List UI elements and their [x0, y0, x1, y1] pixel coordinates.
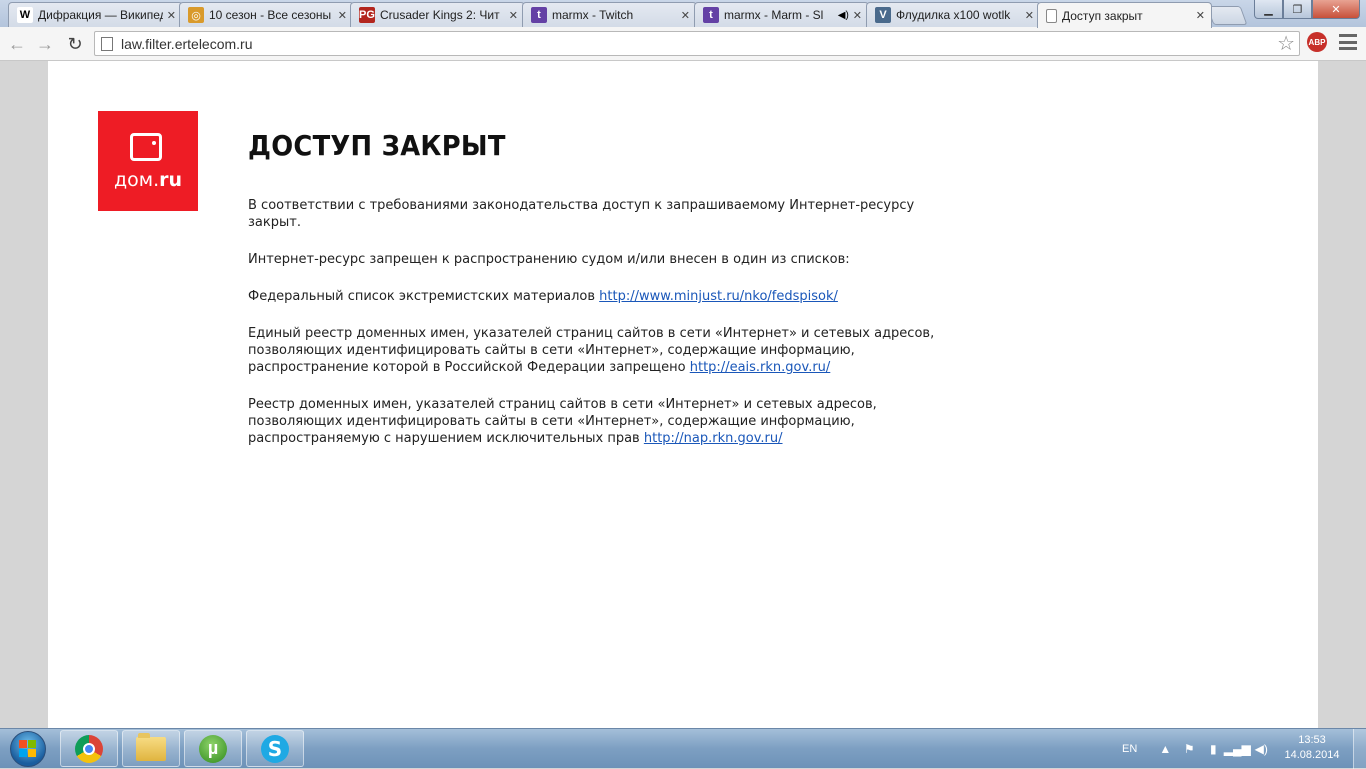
notice-paragraph: Интернет-ресурс запрещен к распространен…: [248, 252, 850, 267]
clock[interactable]: 13:53 14.08.2014: [1280, 733, 1344, 763]
window-controls: ▁ ❐ ✕: [1254, 0, 1360, 19]
skype-icon: S: [261, 734, 289, 763]
bookmark-star-icon[interactable]: ☆: [1277, 31, 1295, 56]
windows-logo-icon: [10, 731, 46, 767]
close-tab-icon[interactable]: ✕: [509, 9, 518, 22]
browser-tab[interactable]: V Флудилка х100 wotlk ✕: [866, 2, 1041, 27]
folder-icon: [136, 732, 166, 761]
close-tab-icon[interactable]: ✕: [681, 9, 690, 22]
taskbar-explorer[interactable]: [122, 730, 180, 767]
start-button[interactable]: [2, 730, 54, 768]
clock-time: 13:53: [1298, 734, 1326, 746]
close-window-button[interactable]: ✕: [1312, 0, 1360, 19]
list-item-minjust: Федеральный список экстремистских матери…: [248, 289, 838, 304]
address-bar[interactable]: law.filter.ertelecom.ru ☆: [94, 31, 1300, 56]
tab-title: marmx - Marm - Sl: [724, 8, 824, 22]
language-indicator[interactable]: EN: [1122, 743, 1137, 755]
favicon-icon: V: [875, 7, 891, 23]
favicon-icon: ◎: [188, 7, 204, 23]
reload-icon[interactable]: ↻: [64, 33, 86, 55]
chrome-icon: [75, 734, 103, 763]
dom-ru-logo: дом.ru: [98, 111, 198, 211]
close-tab-icon[interactable]: ✕: [338, 9, 347, 22]
volume-icon[interactable]: ◀): [1254, 742, 1268, 756]
close-tab-icon[interactable]: ✕: [167, 9, 176, 22]
minjust-link[interactable]: http://www.minjust.ru/nko/fedspisok/: [599, 289, 838, 304]
browser-tab[interactable]: t marmx - Marm - Sl ◀) ✕: [694, 2, 869, 27]
notice-content: ДОСТУП ЗАКРЫТ В соответствии с требовани…: [248, 123, 948, 467]
taskbar-skype[interactable]: S: [246, 730, 304, 767]
page-icon: [101, 36, 113, 51]
show-hidden-icons-icon[interactable]: ▲: [1158, 742, 1172, 756]
list-item-nap: Реестр доменных имен, указателей страниц…: [248, 397, 877, 446]
list-item-eais: Единый реестр доменных имен, указателей …: [248, 326, 935, 375]
show-desktop-button[interactable]: [1353, 729, 1366, 769]
browser-tab[interactable]: t marmx - Twitch ✕: [522, 2, 697, 27]
system-tray: EN ▲ ⚑ ▮ ▂▄▆ ◀): [1122, 729, 1273, 769]
new-tab-button[interactable]: [1206, 6, 1248, 25]
action-center-flag-icon[interactable]: ⚑: [1182, 742, 1196, 756]
tab-title: Crusader Kings 2: Чит: [380, 8, 500, 22]
taskbar-utorrent[interactable]: µ: [184, 730, 242, 767]
notice-paragraph: В соответствии с требованиями законодате…: [248, 198, 915, 230]
tab-title: Флудилка х100 wotlk: [896, 8, 1011, 22]
page-viewport: дом.ru ДОСТУП ЗАКРЫТ В соответствии с тр…: [48, 61, 1318, 728]
favicon-icon: t: [703, 7, 719, 23]
nap-link[interactable]: http://nap.rkn.gov.ru/: [644, 431, 783, 446]
logo-text: дом.ru: [113, 169, 183, 191]
tab-title: marmx - Twitch: [552, 8, 634, 22]
tab-title: Доступ закрыт: [1062, 8, 1143, 23]
close-tab-icon[interactable]: ✕: [853, 9, 862, 22]
audio-playing-icon: ◀): [837, 9, 849, 21]
favicon-icon: W: [17, 7, 33, 23]
minimize-button[interactable]: ▁: [1254, 0, 1283, 19]
url-text[interactable]: law.filter.ertelecom.ru: [121, 36, 1277, 52]
browser-tab[interactable]: W Дифракция — Википедия ✕: [8, 2, 183, 27]
power-icon[interactable]: ▮: [1206, 742, 1220, 756]
favicon-icon: t: [531, 7, 547, 23]
browser-toolbar: ← → ↻ law.filter.ertelecom.ru ☆: [0, 27, 1366, 61]
page-title: ДОСТУП ЗАКРЫТ: [248, 129, 506, 162]
tab-title: 10 сезон - Все сезоны: [209, 8, 332, 22]
page-icon: [1046, 8, 1057, 23]
taskbar-chrome[interactable]: [60, 730, 118, 767]
browser-tab[interactable]: ◎ 10 сезон - Все сезоны ✕: [179, 2, 354, 27]
eais-link[interactable]: http://eais.rkn.gov.ru/: [690, 360, 831, 375]
back-arrow-icon[interactable]: ←: [6, 33, 28, 55]
clock-date: 14.08.2014: [1284, 749, 1340, 761]
forward-arrow-icon[interactable]: →: [34, 33, 56, 55]
chrome-menu-icon[interactable]: [1339, 34, 1357, 50]
utorrent-icon: µ: [199, 734, 227, 763]
close-tab-icon[interactable]: ✕: [1196, 9, 1205, 22]
favicon-icon: PG: [359, 7, 375, 23]
network-signal-icon[interactable]: ▂▄▆: [1224, 742, 1251, 756]
tab-title: Дифракция — Википедия: [38, 8, 163, 22]
tv-icon: [130, 133, 162, 161]
browser-tab[interactable]: PG Crusader Kings 2: Чит ✕: [350, 2, 525, 27]
tab-strip: W Дифракция — Википедия ✕ ◎ 10 сезон - Все с…: [0, 0, 1366, 28]
taskbar: µ S EN ▲ ⚑ ▮ ▂▄▆ ◀) 13:53 14.08.2014: [0, 728, 1366, 769]
maximize-button[interactable]: ❐: [1283, 0, 1312, 19]
adblock-plus-icon[interactable]: ABP: [1307, 32, 1327, 52]
close-tab-icon[interactable]: ✕: [1025, 9, 1034, 22]
browser-tab[interactable]: Доступ закрыт ✕: [1037, 2, 1212, 28]
